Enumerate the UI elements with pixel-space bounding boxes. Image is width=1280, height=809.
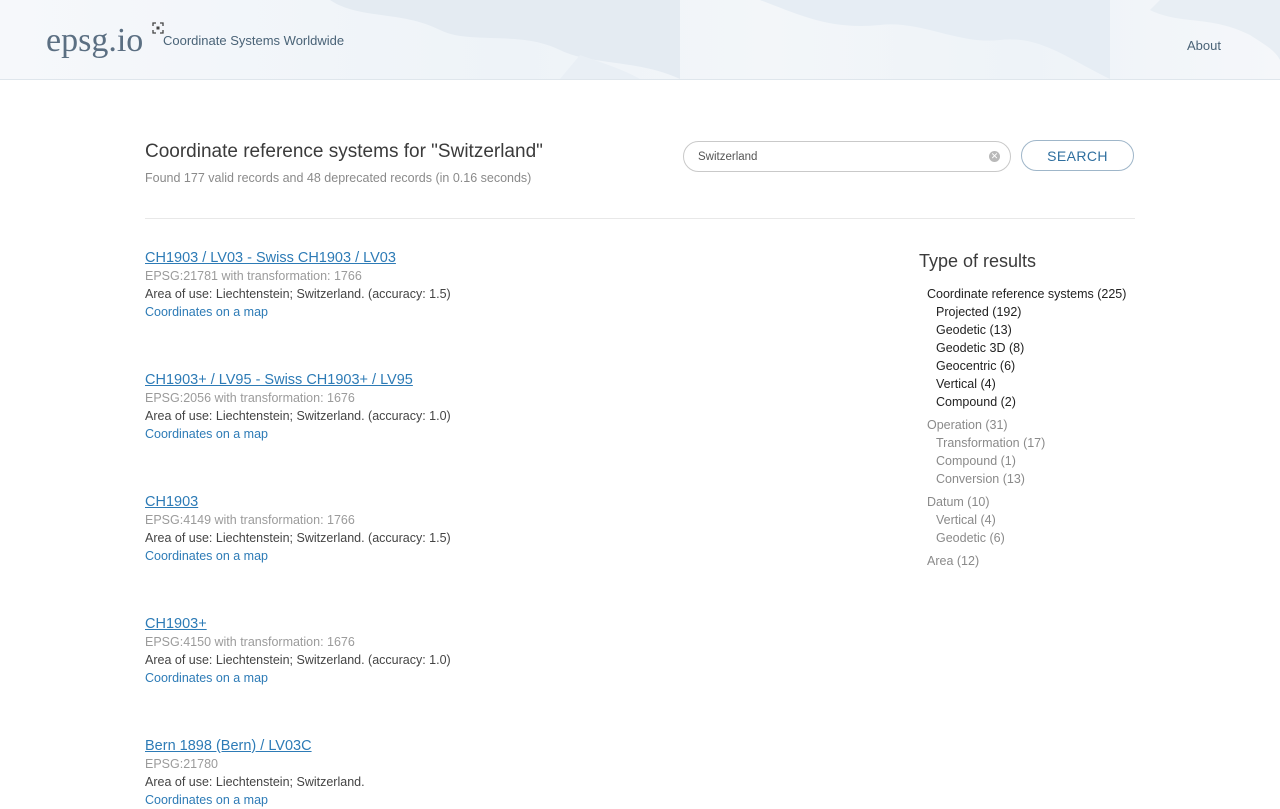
result-area: Area of use: Liechtenstein; Switzerland.… [145,531,451,545]
facets-title: Type of results [919,251,1037,271]
site-header: epsg.io Coordinate Systems Worldwide Abo… [0,0,1280,80]
facet-datum[interactable]: Datum (10) [927,493,990,511]
result-summary: Found 177 valid records and 48 deprecate… [145,171,532,185]
facet-operation-transformation[interactable]: Transformation (17) [936,434,1045,452]
result-code: EPSG:21781 with transformation: 1766 [145,269,362,283]
result-area: Area of use: Liechtenstein; Switzerland.… [145,287,451,301]
result-area: Area of use: Liechtenstein; Switzerland.… [145,653,451,667]
result-code: EPSG:21780 [145,757,218,771]
clear-icon[interactable]: ✕ [989,151,1000,162]
result-title-link[interactable]: CH1903 / LV03 - Swiss CH1903 / LV03 [145,249,451,267]
result-title-link[interactable]: CH1903 [145,493,451,511]
facet-crs-geocentric[interactable]: Geocentric (6) [936,357,1015,375]
map-link[interactable]: Coordinates on a map [145,669,451,687]
search-button[interactable]: SEARCH [1021,140,1134,171]
result-item: CH1903 / LV03 - Swiss CH1903 / LV03 EPSG… [145,249,451,321]
result-area: Area of use: Liechtenstein; Switzerland.… [145,409,451,423]
facet-crs-projected[interactable]: Projected (192) [936,303,1021,321]
facet-operation[interactable]: Operation (31) [927,416,1008,434]
result-code: EPSG:4150 with transformation: 1676 [145,635,355,649]
facet-operation-conversion[interactable]: Conversion (13) [936,470,1025,488]
result-title-link[interactable]: Bern 1898 (Bern) / LV03C [145,737,365,755]
result-item: CH1903+ / LV95 - Swiss CH1903+ / LV95 EP… [145,371,451,443]
facet-datum-geodetic[interactable]: Geodetic (6) [936,529,1005,547]
facet-crs[interactable]: Coordinate reference systems (225) [927,285,1126,303]
search-box: ✕ [683,141,1011,172]
result-area: Area of use: Liechtenstein; Switzerland. [145,775,365,789]
facet-operation-compound[interactable]: Compound (1) [936,452,1016,470]
facet-crs-geodetic-3d[interactable]: Geodetic 3D (8) [936,339,1024,357]
facet-datum-vertical[interactable]: Vertical (4) [936,511,996,529]
map-link[interactable]: Coordinates on a map [145,425,451,443]
result-item: CH1903+ EPSG:4150 with transformation: 1… [145,615,451,687]
result-item: CH1903 EPSG:4149 with transformation: 17… [145,493,451,565]
map-link[interactable]: Coordinates on a map [145,303,451,321]
map-link[interactable]: Coordinates on a map [145,791,365,809]
epsg-logo[interactable]: epsg.io [46,21,143,61]
facet-crs-geodetic[interactable]: Geodetic (13) [936,321,1012,339]
facet-crs-compound[interactable]: Compound (2) [936,393,1016,411]
site-tagline: Coordinate Systems Worldwide [163,33,345,48]
map-link[interactable]: Coordinates on a map [145,547,451,565]
result-item: Bern 1898 (Bern) / LV03C EPSG:21780 Area… [145,737,365,809]
divider [145,218,1135,219]
search-input[interactable] [698,148,978,166]
facet-area[interactable]: Area (12) [927,552,979,570]
page-title: Coordinate reference systems for "Switze… [145,141,543,162]
facet-crs-vertical[interactable]: Vertical (4) [936,375,996,393]
result-code: EPSG:2056 with transformation: 1676 [145,391,355,405]
result-title-link[interactable]: CH1903+ [145,615,451,633]
result-code: EPSG:4149 with transformation: 1766 [145,513,355,527]
about-link[interactable]: About [1187,38,1221,53]
result-title-link[interactable]: CH1903+ / LV95 - Swiss CH1903+ / LV95 [145,371,451,389]
